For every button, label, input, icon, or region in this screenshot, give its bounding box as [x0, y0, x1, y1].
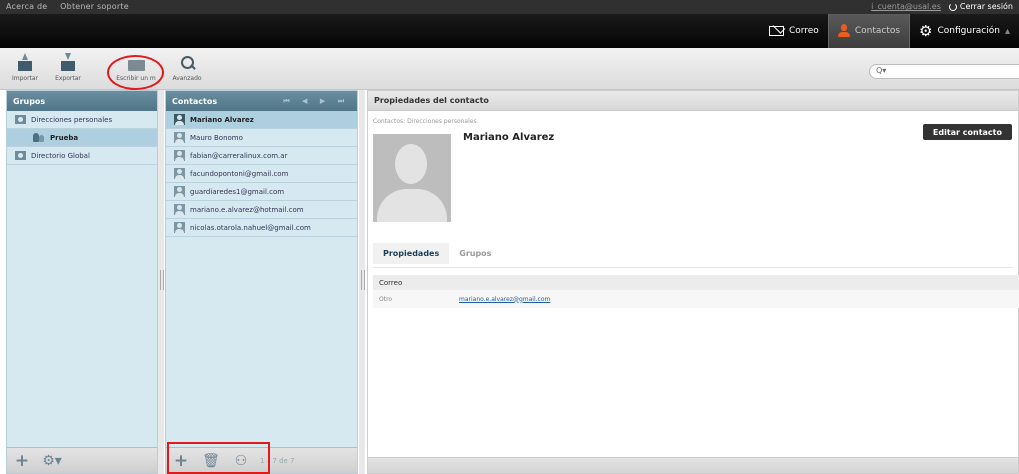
group-item-label: Prueba [50, 133, 79, 142]
groups-header: Grupos [7, 91, 157, 111]
person-icon [174, 222, 185, 233]
contact-row[interactable]: fabian@carreralinux.com.ar [166, 147, 357, 165]
contact-row[interactable]: facundopontoni@gmail.com [166, 165, 357, 183]
contacts-header: Contactos ⏮ ◀ ▶ ⏭ [166, 91, 357, 111]
search-input[interactable]: Q▾ [869, 64, 1019, 79]
app-header: Correo Contactos ⚙ Configuración ▴ [0, 14, 1019, 48]
remove-from-group-icon[interactable]: ⚇ [226, 453, 256, 469]
export-label: Exportar [55, 75, 81, 82]
search-options-icon[interactable]: Q▾ [876, 66, 886, 75]
contact-row[interactable]: Mariano Alvarez [166, 111, 357, 129]
contacts-panel: Contactos ⏮ ◀ ▶ ⏭ Mariano Alvarez Mauro … [165, 90, 358, 474]
contact-label: nicolas.otarola.nahuel@gmail.com [190, 223, 311, 232]
user-area: i_cuenta@usal.es Cerrar sesión [871, 2, 1013, 11]
about-link[interactable]: Acerca de [6, 2, 47, 11]
properties-tabs: Propiedades Grupos [373, 243, 501, 264]
tab-properties[interactable]: Propiedades [373, 243, 450, 264]
properties-footer [368, 457, 1018, 473]
add-group-button[interactable]: + [7, 451, 37, 471]
contact-row[interactable]: nicolas.otarola.nahuel@gmail.com [166, 219, 357, 237]
contact-row[interactable]: Mauro Bonomo [166, 129, 357, 147]
group-item-label: Direcciones personales [31, 115, 113, 124]
help-links: Acerca de Obtener soporte [6, 2, 139, 11]
chevron-up-icon[interactable]: ▴ [1005, 26, 1010, 37]
search-icon [178, 53, 196, 73]
breadcrumb: Contactos: Direcciones personales [373, 118, 477, 125]
task-mail-label: Correo [788, 26, 819, 36]
compose-mail-icon [127, 53, 145, 73]
delete-contact-trash-icon[interactable]: 🗑 [196, 453, 226, 469]
toolbar: Importar Exportar Escribir un m Avanzado [0, 48, 1019, 90]
task-contacts-label: Contactos [854, 26, 901, 36]
group-item-personal-addresses[interactable]: Direcciones personales [7, 111, 157, 129]
section-email: Correo [373, 275, 1019, 290]
splitter-groups[interactable] [158, 90, 164, 474]
tab-groups[interactable]: Grupos [449, 243, 501, 264]
contacts-footer: + 🗑 ⚇ 1 – 7 de 7 [166, 447, 357, 473]
task-settings[interactable]: ⚙ Configuración ▴ [910, 14, 1019, 48]
group-icon [33, 133, 45, 142]
email-field-row: Otro mariano.e.alvarez@gmail.com [373, 290, 1019, 308]
contact-count: 1 – 7 de 7 [260, 456, 295, 465]
contacts-icon [837, 24, 850, 38]
compose-label: Escribir un m [116, 75, 156, 82]
email-field-label: Otro [379, 295, 393, 303]
person-icon [174, 132, 185, 143]
contact-list: Mariano Alvarez Mauro Bonomo fabian@carr… [166, 111, 357, 237]
group-item-label: Directorio Global [31, 151, 90, 160]
contact-properties-panel: Propiedades del contacto Contactos: Dire… [367, 90, 1019, 474]
contact-label: facundopontoni@gmail.com [190, 169, 289, 178]
mail-icon [768, 26, 784, 36]
properties-body: Contactos: Direcciones personales Marian… [368, 111, 1019, 474]
task-contacts[interactable]: Contactos [827, 14, 911, 48]
contact-name: Mariano Alvarez [463, 132, 555, 143]
import-label: Importar [11, 75, 39, 82]
import-icon [16, 53, 34, 73]
pager-controls[interactable]: ⏮ ◀ ▶ ⏭ [283, 97, 349, 106]
group-item-prueba[interactable]: Prueba [7, 129, 157, 147]
person-icon [174, 150, 185, 161]
tab-divider [373, 267, 1013, 268]
task-settings-label: Configuración [937, 26, 1000, 36]
group-item-global-directory[interactable]: Directorio Global [7, 147, 157, 165]
power-icon [948, 2, 957, 11]
group-options-gear-icon[interactable]: ⚙▾ [37, 453, 67, 469]
contact-label: fabian@carreralinux.com.ar [190, 151, 288, 160]
contact-row[interactable]: mariano.e.alvarez@hotmail.com [166, 201, 357, 219]
add-contact-button[interactable]: + [166, 451, 196, 471]
person-icon [174, 204, 185, 215]
logout-button[interactable]: Cerrar sesión [948, 2, 1013, 11]
contact-label: mariano.e.alvarez@hotmail.com [190, 205, 304, 214]
export-icon [59, 53, 77, 73]
address-book-icon [15, 115, 26, 124]
contact-photo-avatar[interactable] [373, 134, 451, 222]
contact-label: Mauro Bonomo [190, 133, 243, 142]
task-mail[interactable]: Correo [760, 14, 828, 48]
edit-contact-button[interactable]: Editar contacto [922, 124, 1012, 140]
advanced-search-button[interactable]: Avanzado [167, 53, 207, 82]
contact-label: Mariano Alvarez [190, 115, 254, 124]
user-email[interactable]: i_cuenta@usal.es [871, 2, 941, 11]
contact-label: guardiaredes1@gmail.com [190, 187, 285, 196]
splitter-contacts[interactable] [359, 90, 365, 474]
address-book-icon [15, 151, 26, 160]
import-button[interactable]: Importar [5, 53, 45, 82]
email-link[interactable]: mariano.e.alvarez@gmail.com [459, 296, 550, 303]
export-button[interactable]: Exportar [48, 53, 88, 82]
properties-header: Propiedades del contacto [368, 91, 1018, 111]
logout-label: Cerrar sesión [959, 2, 1013, 11]
compose-button[interactable]: Escribir un m [116, 53, 156, 82]
contacts-title: Contactos [172, 96, 218, 106]
taskbar: Correo Contactos ⚙ Configuración ▴ [760, 14, 1019, 48]
top-links-bar: Acerca de Obtener soporte i_cuenta@usal.… [0, 0, 1019, 14]
groups-panel: Grupos Direcciones personales Prueba Dir… [6, 90, 158, 474]
person-icon [174, 114, 185, 125]
groups-footer: + ⚙▾ [7, 447, 157, 473]
person-icon [174, 168, 185, 179]
gear-icon: ⚙ [919, 21, 933, 40]
support-link[interactable]: Obtener soporte [60, 2, 129, 11]
contact-row[interactable]: guardiaredes1@gmail.com [166, 183, 357, 201]
advanced-label: Avanzado [172, 75, 202, 82]
person-icon [174, 186, 185, 197]
